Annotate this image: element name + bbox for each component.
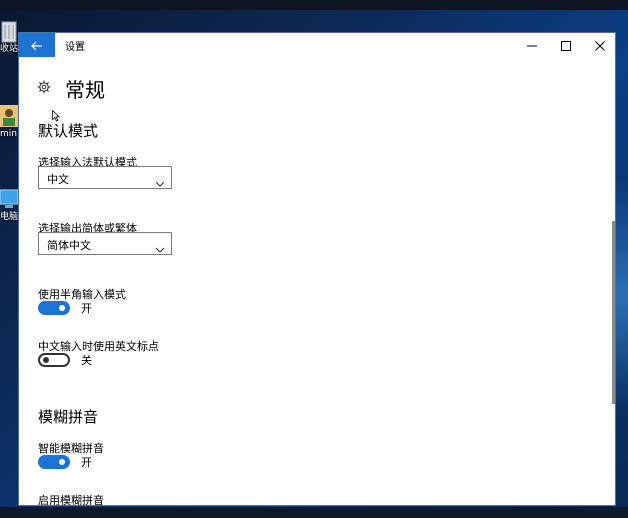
desktop-icon-label: min — [0, 129, 17, 139]
halfwidth-toggle-row: 开 — [38, 300, 92, 316]
input-mode-value: 中文 — [47, 173, 69, 186]
page-header: 常规 — [37, 74, 105, 103]
minimize-icon — [527, 36, 537, 55]
recycle-bin-icon — [0, 18, 18, 44]
en-punct-state: 关 — [81, 354, 92, 367]
maximize-icon — [561, 36, 571, 55]
desktop-icon-label: 电脑 — [0, 212, 19, 222]
user-icon — [0, 103, 18, 129]
computer-icon — [0, 186, 19, 212]
charset-value: 简体中文 — [47, 239, 91, 252]
smart-fuzzy-toggle[interactable] — [38, 455, 70, 469]
close-button[interactable] — [583, 33, 615, 57]
halfwidth-toggle[interactable] — [38, 301, 70, 315]
chevron-down-icon — [155, 173, 165, 192]
input-mode-dropdown[interactable]: 中文 — [38, 166, 172, 189]
section-title-fuzzy-pinyin: 模糊拼音 — [38, 408, 99, 426]
smart-fuzzy-toggle-row: 开 — [38, 454, 92, 470]
scrollbar-thumb[interactable] — [612, 221, 615, 404]
charset-dropdown[interactable]: 简体中文 — [38, 232, 172, 255]
halfwidth-state: 开 — [81, 302, 92, 315]
desktop-icon-label: 收站 — [0, 44, 19, 54]
mouse-cursor-icon — [52, 107, 61, 126]
section-title-default-mode: 默认模式 — [38, 122, 99, 140]
minimize-button[interactable] — [515, 33, 549, 57]
desktop-icon-user-folder[interactable]: min — [0, 103, 18, 139]
gear-icon — [37, 79, 51, 98]
desktop-light-rays — [614, 180, 628, 410]
settings-content: 常规 默认模式 选择输入法默认模式 中文 选择输出简体或繁体 简体中文 使用半角… — [19, 57, 615, 506]
window-title: 设置 — [65, 42, 85, 53]
close-icon — [595, 36, 605, 55]
toggle-knob — [59, 459, 65, 465]
toggle-knob — [59, 305, 65, 311]
maximize-button[interactable] — [549, 33, 583, 57]
desktop-icon-recycle-bin[interactable]: 收站 — [0, 18, 18, 54]
settings-window: 设置 常规 默认模式 选择输入法默认模式 中文 选择输出简体或繁体 简体中文 使… — [18, 32, 616, 506]
en-punct-toggle-row: 关 — [38, 352, 92, 368]
back-button[interactable] — [19, 33, 55, 57]
en-punct-toggle[interactable] — [38, 353, 70, 367]
taskbar-edge — [0, 507, 628, 518]
smart-fuzzy-state: 开 — [81, 456, 92, 469]
title-bar[interactable]: 设置 — [19, 33, 615, 57]
page-title: 常规 — [65, 78, 105, 102]
desktop-top-edge — [0, 0, 628, 10]
back-arrow-icon — [31, 36, 43, 55]
chevron-down-icon — [155, 239, 165, 258]
desktop-icon-this-pc[interactable]: 电脑 — [0, 186, 19, 222]
toggle-knob — [43, 357, 49, 363]
enable-fuzzy-label: 启用模糊拼音 — [38, 494, 104, 506]
